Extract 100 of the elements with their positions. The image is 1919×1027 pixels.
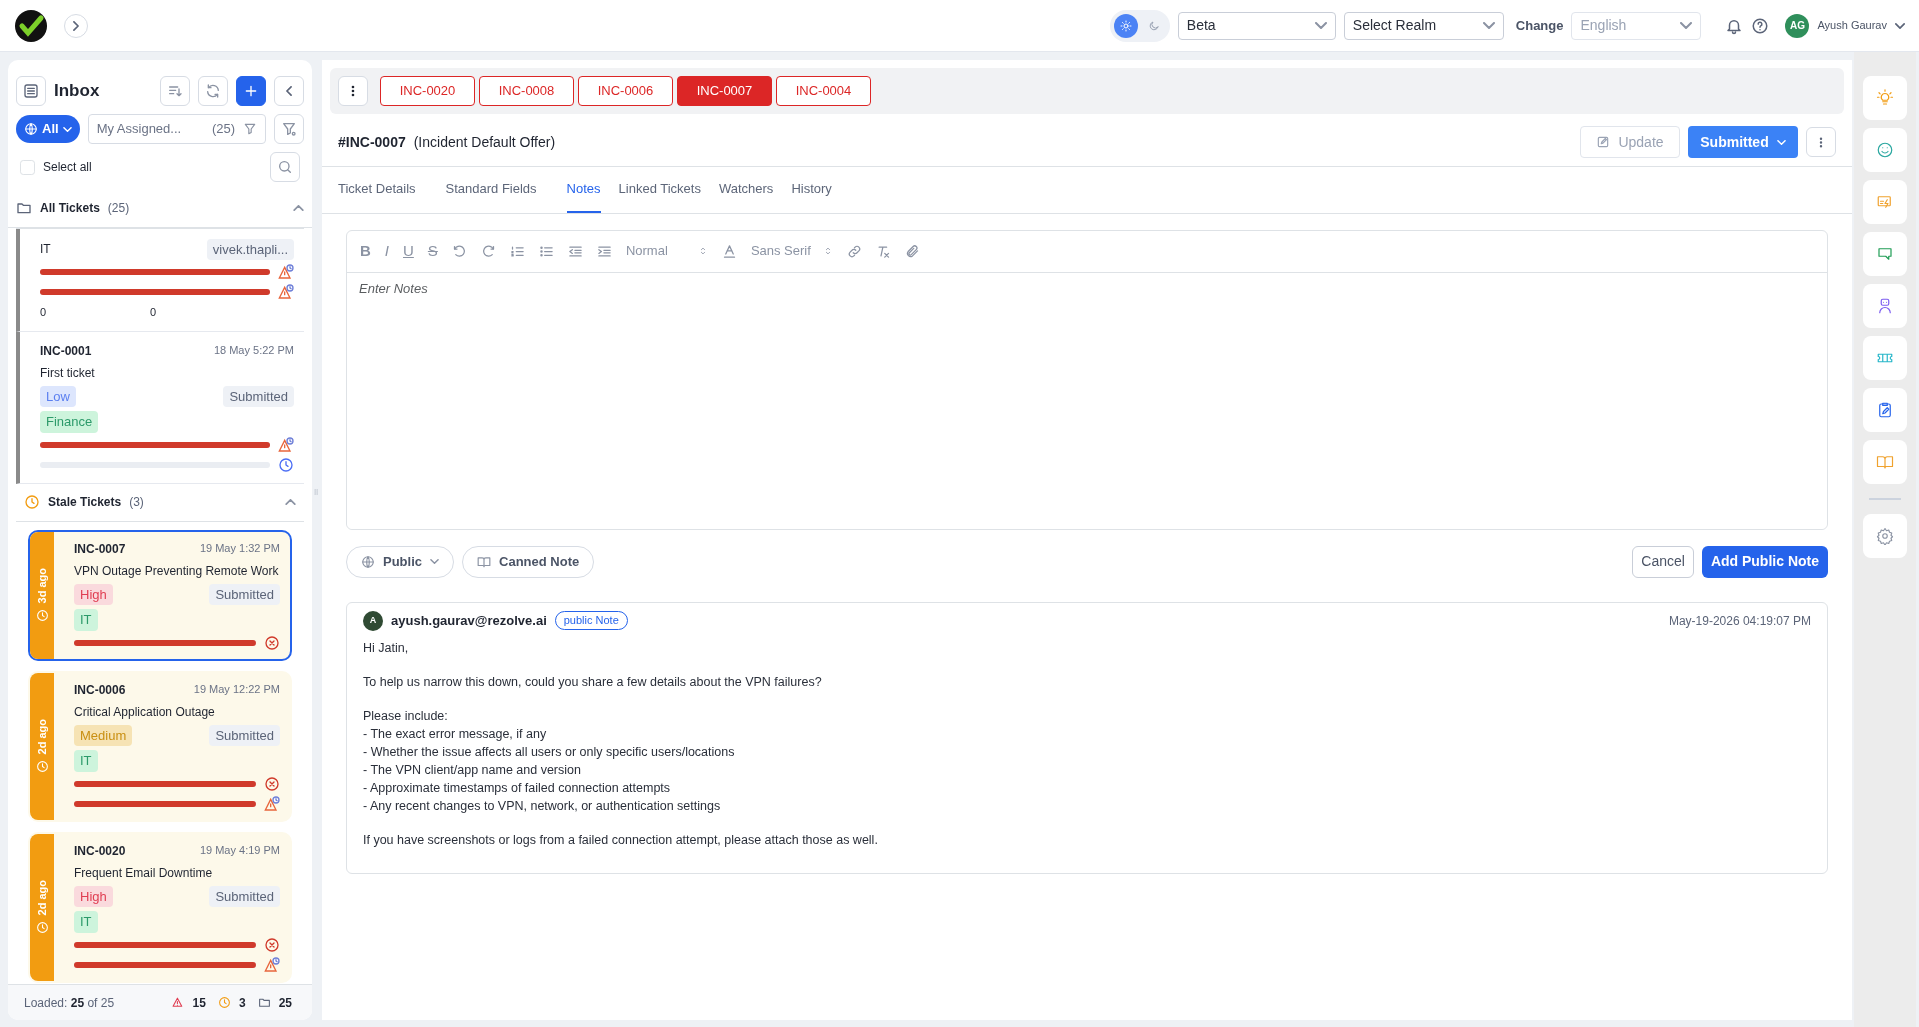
ticket-card[interactable]: INC-0001 18 May 5:22 PM First ticket Low Submitted Finance [16,331,304,484]
priority-tag: High [74,583,113,606]
format-select[interactable]: Sans Serif [745,241,838,261]
ticket-card[interactable]: 2d ago INC-0006 19 May 12:22 PM Critical Application Outage Medium Submitted IT [28,670,292,822]
note-paragraph: Please include: - The exact error message, if any - Whether the issue affects all users or only specific users/locations - The VPN client/app name and version - Approximate timestamps of failed connection attempts - Any recent changes to VPN, network, or authentication settings [363,707,736,815]
warning-clock-icon [264,956,280,973]
format-select[interactable]: Normal [620,241,713,261]
ticket-id[interactable]: INC-0007 [74,539,126,558]
ticket-card[interactable]: IT vivek.thapli... 0 0 [16,228,304,332]
outdent-icon [567,243,583,259]
detail-tab[interactable]: Notes [566,167,601,213]
assignee-tag: vivek.thapli... [206,238,294,261]
user-name[interactable]: Ayush Gaurav [1817,17,1887,34]
edit-icon [1596,135,1611,149]
add-button[interactable] [236,76,266,106]
total-count: 25 [278,994,292,1012]
chevron-down-icon [1895,22,1905,29]
ticket-tab[interactable]: INC-0008 [479,76,574,106]
chevron-left-icon [286,86,292,96]
collapse-button[interactable] [274,76,304,106]
chevron-down-icon [1680,22,1693,29]
expand-button[interactable] [64,13,88,38]
visibility-dropdown[interactable]: Public [346,545,454,578]
ticket-card[interactable]: 2d ago INC-0020 19 May 4:19 PM Frequent Email Downtime High Submitted IT [28,831,292,983]
sort-button[interactable] [160,76,190,106]
italic-button[interactable]: I [379,239,394,263]
select-all-checkbox[interactable] [20,159,35,175]
detail-tab[interactable]: Ticket Details [338,167,416,213]
chevron-down-icon [1776,139,1786,145]
rail-button[interactable] [1863,232,1907,276]
underline-button[interactable]: U [398,239,419,263]
add-note-button[interactable]: Add Public Note [1701,545,1828,578]
status-tag: Submitted [209,724,280,747]
refresh-button[interactable] [198,76,228,106]
link-icon [846,243,862,259]
environment-select[interactable]: Beta [1177,11,1336,40]
book-icon [477,554,491,569]
redo-icon [480,243,496,259]
undo-icon [451,243,467,259]
ticket-tab[interactable]: INC-0020 [380,76,475,106]
clock-icon [35,609,49,623]
detail-tab[interactable]: Watchers [718,167,774,213]
user-avatar[interactable]: AG [1785,13,1810,38]
ticket-subject: Frequent Email Downtime [74,864,214,882]
group-header[interactable]: Stale Tickets (3) [16,483,304,522]
status-tag: Submitted [223,385,294,408]
ticket-id[interactable]: INC-0001 [40,341,92,360]
ticket-id[interactable]: INC-0006 [74,680,126,699]
select-all-label[interactable]: Select all [43,158,262,176]
strike-button[interactable]: S [422,239,443,263]
ticket-tab[interactable]: INC-0006 [578,76,673,106]
clipboard-icon [1876,401,1894,419]
rail-button[interactable] [1863,388,1907,432]
rail-button[interactable] [1863,336,1907,380]
rail-button[interactable] [1863,440,1907,484]
notes-editor[interactable]: B I U S Normal Sans Serif Enter Notes [346,229,1828,530]
settings-button[interactable] [1863,514,1907,558]
assigned-filter[interactable]: My Assigned... (25) [87,114,266,144]
scope-dropdown[interactable]: All [16,115,80,143]
search-button[interactable] [270,152,300,182]
ticket-tab[interactable]: INC-0004 [776,76,871,106]
ticket-card[interactable]: 3d ago INC-0007 19 May 1:32 PM VPN Outage Preventing Remote Work High Submitted IT [28,529,292,661]
theme-option[interactable] [1113,13,1138,38]
ticket-subject: VPN Outage Preventing Remote Work [74,562,280,580]
warning-clock-icon [278,264,294,281]
logo-icon[interactable] [14,8,48,43]
menu-button[interactable] [16,76,46,106]
realm-select[interactable]: Select Realm [1343,11,1504,40]
category-tag: IT [74,609,98,631]
clock-icon [24,494,40,511]
ticket-id[interactable]: INC-0020 [74,841,126,860]
indent-icon [596,243,612,259]
group-title: Stale Tickets [48,494,122,512]
clock-icon [35,921,49,935]
rail-button[interactable] [1863,128,1907,172]
status-dropdown[interactable]: Submitted [1688,126,1798,158]
team-label: IT [40,241,51,259]
group-header[interactable]: All Tickets (25) [8,190,312,228]
rail-button[interactable] [1863,180,1907,224]
rail-button[interactable] [1863,284,1907,328]
x-circle-icon [264,936,280,953]
filter-icon [281,121,297,137]
detail-tab[interactable]: History [791,167,832,213]
status-tag: Submitted [209,885,280,908]
change-label: Change [1515,16,1564,35]
theme-toggle[interactable] [1109,9,1170,42]
cancel-button[interactable]: Cancel [1632,545,1694,578]
clock-icon [35,760,49,774]
detail-tab[interactable]: Standard Fields [445,167,537,213]
ticket-tab[interactable]: INC-0007 [677,76,772,106]
search-icon [277,159,293,175]
detail-tab[interactable]: Linked Tickets [618,167,701,213]
canned-note-button[interactable]: Canned Note [462,545,595,578]
x-circle-icon [264,775,280,792]
filter-settings-button[interactable] [274,114,304,144]
chevron-down-icon [1314,22,1327,29]
priority-tag: Low [40,385,76,408]
globe-icon [361,554,375,569]
menu-icon [23,83,39,99]
bold-button[interactable]: B [355,239,376,263]
